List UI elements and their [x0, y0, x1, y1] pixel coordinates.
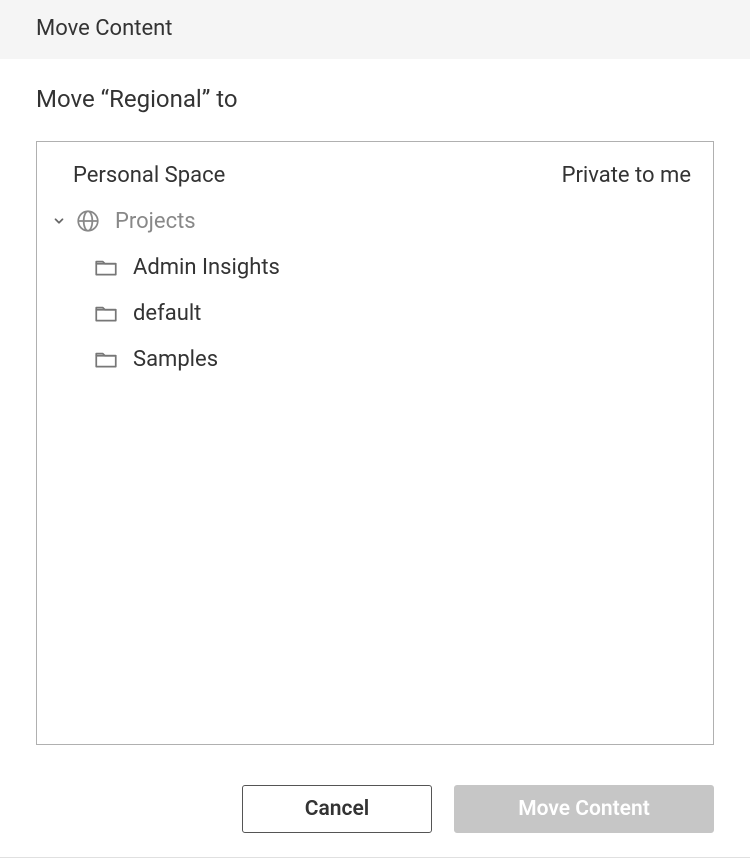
folder-icon — [91, 252, 121, 282]
tree-item-projects[interactable]: Projects — [45, 198, 705, 244]
dialog-body: Move “Regional” to Personal Space Privat… — [0, 59, 750, 765]
tree-item-admin-insights[interactable]: Admin Insights — [45, 244, 705, 290]
globe-icon — [73, 206, 103, 236]
dialog-title: Move Content — [36, 16, 172, 41]
tree-item-label: default — [133, 301, 201, 326]
tree-item-label: Projects — [115, 209, 196, 234]
tree-item-label: Personal Space — [73, 163, 225, 188]
move-content-dialog: Move Content Move “Regional” to Personal… — [0, 0, 750, 858]
tree-item-samples[interactable]: Samples — [45, 336, 705, 382]
tree-item-personal-space[interactable]: Personal Space Private to me — [45, 152, 705, 198]
tree-item-label: Admin Insights — [133, 255, 280, 280]
move-content-button[interactable]: Move Content — [454, 785, 714, 833]
dialog-footer: Cancel Move Content — [0, 765, 750, 857]
cancel-button[interactable]: Cancel — [242, 785, 432, 833]
folder-icon — [91, 298, 121, 328]
tree-item-suffix: Private to me — [562, 163, 691, 188]
tree-item-label: Samples — [133, 347, 218, 372]
move-prompt: Move “Regional” to — [36, 85, 714, 113]
chevron-down-icon[interactable] — [49, 211, 69, 231]
destination-tree[interactable]: Personal Space Private to me Projects — [36, 141, 714, 745]
folder-icon — [91, 344, 121, 374]
tree-item-default[interactable]: default — [45, 290, 705, 336]
dialog-header: Move Content — [0, 0, 750, 59]
